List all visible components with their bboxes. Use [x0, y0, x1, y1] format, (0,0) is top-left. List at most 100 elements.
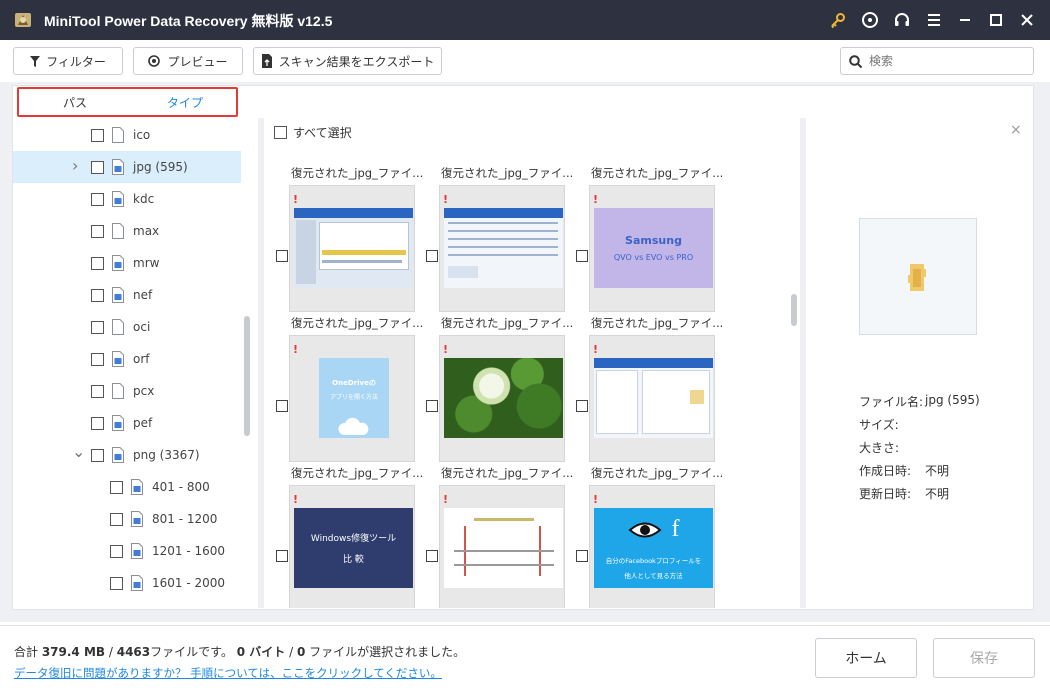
tree-item[interactable]: 401 - 800: [13, 471, 241, 503]
file-icon: [112, 127, 124, 143]
tree-item[interactable]: 1601 - 2000: [13, 567, 241, 599]
tree-item[interactable]: ⌄ png (3367): [13, 439, 241, 471]
tile-checkbox[interactable]: [426, 400, 438, 412]
thumbnail-tile[interactable]: !: [289, 185, 415, 312]
tile-checkbox[interactable]: [276, 550, 288, 562]
warning-mark-icon: !: [443, 343, 449, 356]
tree-item-checkbox[interactable]: [91, 352, 104, 366]
image-file-icon: [112, 351, 124, 367]
thumbnail-tile[interactable]: ! Samsung QVO vs EVO vs PRO: [589, 185, 715, 312]
tree-item-checkbox[interactable]: [91, 288, 104, 302]
preview-field-label: 作成日時:: [859, 464, 912, 478]
tree-item[interactable]: oci: [13, 311, 241, 343]
thumbnail-tile[interactable]: ! Windows修復ツール比 較: [289, 485, 415, 608]
tree-item[interactable]: › jpg (595): [13, 151, 241, 183]
tree-item-checkbox[interactable]: [91, 416, 104, 430]
tree-item-checkbox[interactable]: [110, 480, 123, 494]
thumbnail-tile[interactable]: ! f 自分のFacebookプロフィールを 他人として見る方法: [589, 485, 715, 608]
funnel-icon: [30, 55, 41, 67]
preview-thumbnail-icon: [908, 264, 926, 291]
tree-item[interactable]: mrw: [13, 247, 241, 279]
tree-item[interactable]: kdc: [13, 183, 241, 215]
maximize-icon[interactable]: [986, 10, 1006, 30]
thumbnail-tile[interactable]: !: [439, 485, 565, 608]
thumbnail-tile[interactable]: !: [589, 335, 715, 462]
tree-item-label: ico: [133, 128, 151, 142]
minimize-icon[interactable]: [955, 10, 975, 30]
tree-item-checkbox[interactable]: [91, 128, 104, 142]
close-preview-icon[interactable]: ×: [1010, 122, 1022, 138]
warning-mark-icon: !: [593, 343, 599, 356]
search-box[interactable]: [840, 47, 1034, 75]
tile-label: 復元された_jpg_ファイ...: [291, 316, 424, 330]
chevron-down-icon[interactable]: ⌄: [72, 442, 85, 461]
file-icon: [112, 383, 124, 399]
headset-icon[interactable]: [892, 10, 912, 30]
home-button[interactable]: ホーム: [815, 638, 917, 678]
tree-item-label: 801 - 1200: [152, 512, 218, 526]
select-all-checkbox[interactable]: [274, 126, 287, 139]
tree-item-checkbox[interactable]: [91, 256, 104, 270]
tile-checkbox[interactable]: [576, 550, 588, 562]
search-input[interactable]: [869, 52, 1029, 70]
warning-mark-icon: !: [293, 193, 299, 206]
export-button[interactable]: スキャン結果をエクスポート: [253, 47, 442, 75]
chevron-right-icon[interactable]: ›: [72, 156, 78, 175]
tree-item[interactable]: 801 - 1200: [13, 503, 241, 535]
select-all[interactable]: すべて選択: [274, 124, 352, 141]
tile-checkbox[interactable]: [426, 250, 438, 262]
tree-item[interactable]: ico: [13, 119, 241, 151]
export-button-label: スキャン結果をエクスポート: [278, 54, 435, 69]
summary-text: 合計 379.4 MB / 4463ファイルです。 0 バイト / 0 ファイル…: [14, 643, 465, 660]
tile-checkbox[interactable]: [426, 550, 438, 562]
key-icon[interactable]: [828, 10, 848, 30]
filter-button[interactable]: フィルター: [13, 47, 123, 75]
thumbnail-image: [594, 358, 713, 438]
tree-item-label: 1601 - 2000: [152, 576, 226, 590]
tab-type[interactable]: タイプ: [167, 94, 203, 111]
tile-checkbox[interactable]: [576, 400, 588, 412]
disc-icon[interactable]: [860, 10, 880, 30]
tile-checkbox[interactable]: [276, 400, 288, 412]
menu-icon[interactable]: [924, 10, 944, 30]
preview-button[interactable]: プレビュー: [133, 47, 243, 75]
thumbnail-tile[interactable]: !: [439, 335, 565, 462]
save-button[interactable]: 保存: [933, 638, 1035, 678]
thumb-text: 他人として見る方法: [624, 572, 683, 580]
grid-scrollbar[interactable]: [791, 294, 797, 326]
tree-item-checkbox[interactable]: [91, 160, 104, 174]
image-file-icon: [131, 511, 143, 527]
preview-image: [859, 218, 977, 335]
tree-item[interactable]: 1201 - 1600: [13, 535, 241, 567]
tree-item-label: 1201 - 1600: [152, 544, 226, 558]
tree-item[interactable]: nef: [13, 279, 241, 311]
tile-label: 復元された_jpg_ファイ...: [291, 466, 424, 480]
tree-item-checkbox[interactable]: [91, 320, 104, 334]
close-icon[interactable]: [1017, 10, 1037, 30]
tree-item[interactable]: pef: [13, 407, 241, 439]
filter-button-label: フィルター: [46, 54, 106, 69]
tree-item[interactable]: max: [13, 215, 241, 247]
thumbnail-tile[interactable]: ! OneDriveの アプリを開く方法: [289, 335, 415, 462]
tree-scrollbar[interactable]: [244, 316, 250, 436]
tile-checkbox[interactable]: [276, 250, 288, 262]
tab-path[interactable]: パス: [63, 94, 87, 111]
tree-item-checkbox[interactable]: [110, 576, 123, 590]
tree-item[interactable]: orf: [13, 343, 241, 375]
warning-mark-icon: !: [593, 493, 599, 506]
thumbnail-tile[interactable]: !: [439, 185, 565, 312]
tree-item-checkbox[interactable]: [110, 544, 123, 558]
file-type-tree: ico › jpg (595) kdc max mrw nef oci orf pcx pef ⌄ pn…: [13, 118, 253, 608]
tile-checkbox[interactable]: [576, 250, 588, 262]
thumbnail-image: [294, 208, 413, 288]
select-all-label: すべて選択: [293, 126, 352, 140]
tree-item-checkbox[interactable]: [91, 448, 104, 462]
tree-item-checkbox[interactable]: [91, 224, 104, 238]
tree-item-checkbox[interactable]: [91, 192, 104, 206]
tree-item[interactable]: pcx: [13, 375, 241, 407]
thumb-text: 自分のFacebookプロフィールを: [605, 557, 702, 565]
tree-item-checkbox[interactable]: [110, 512, 123, 526]
help-link[interactable]: データ復旧に問題がありますか？ 手順については、ここをクリックしてください。: [14, 665, 442, 681]
tree-item-checkbox[interactable]: [91, 384, 104, 398]
thumb-text: Samsung: [625, 234, 682, 247]
